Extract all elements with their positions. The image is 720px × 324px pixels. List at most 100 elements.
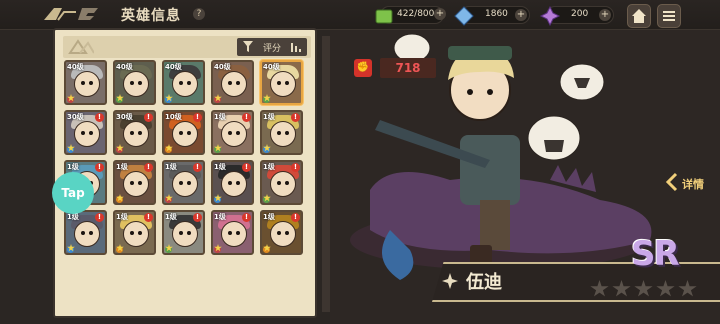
power-value: 718 — [380, 58, 436, 78]
hero-list-panel: 评分 40级 40级 40级 40级 40级 30级! 30级! 10级! 1级! 1级! 1级! 1… — [53, 28, 317, 318]
sort-label: 评分 — [263, 44, 282, 54]
alert-badge-icon: ! — [144, 113, 153, 122]
hero-card[interactable]: 1级! — [113, 160, 156, 205]
star-icon — [656, 280, 675, 297]
hero-card[interactable]: 1级! — [260, 110, 303, 155]
hero-face — [270, 71, 296, 97]
hero-card[interactable]: 40级 — [260, 60, 303, 105]
alert-badge-icon: ! — [242, 163, 251, 172]
detail-arrow-icon[interactable] — [664, 172, 680, 192]
hero-face — [172, 71, 198, 97]
home-button[interactable] — [627, 4, 651, 28]
back-logo-icon[interactable] — [42, 4, 106, 24]
hero-face — [123, 121, 149, 147]
hero-level: 1级 — [263, 113, 275, 121]
home-icon — [632, 9, 646, 23]
power-rating: ✊ 718 — [354, 58, 444, 78]
hero-card[interactable]: 1级! — [162, 160, 205, 205]
hero-face — [74, 121, 100, 147]
hero-face — [74, 221, 100, 247]
menu-button[interactable] — [657, 4, 681, 28]
hero-level: 40级 — [263, 63, 280, 71]
alert-badge-icon: ! — [291, 213, 300, 222]
hero-card[interactable]: 1级! — [162, 210, 205, 255]
hero-card[interactable]: 30级! — [64, 110, 107, 155]
detail-button[interactable]: 详情 — [682, 176, 704, 192]
hero-face — [270, 171, 296, 197]
help-icon[interactable]: ? — [193, 8, 205, 20]
star-rating — [590, 280, 697, 298]
hero-card[interactable]: 30级! — [113, 110, 156, 155]
hero-card[interactable]: 40级 — [113, 60, 156, 105]
hero-face — [172, 121, 198, 147]
hero-level: 10级 — [165, 113, 182, 121]
hero-card[interactable]: 1级! — [64, 210, 107, 255]
alert-badge-icon: ! — [291, 113, 300, 122]
gem-counter: 200 + — [539, 5, 614, 27]
hero-level: 1级 — [214, 213, 226, 221]
star-icon — [612, 280, 631, 297]
hero-card[interactable]: 1级! — [113, 210, 156, 255]
hero-face — [172, 171, 198, 197]
hero-card[interactable]: 1级! — [260, 210, 303, 255]
hero-level: 40级 — [214, 63, 231, 71]
hero-face — [123, 221, 149, 247]
hero-level: 1级 — [67, 163, 79, 171]
sparkle-icon — [442, 273, 458, 289]
triangle-logo-icon — [68, 39, 94, 54]
hero-face — [74, 71, 100, 97]
hero-card[interactable]: 40级 — [64, 60, 107, 105]
top-bar: 英雄信息 ? 422/800 1860 + 200 + + — [0, 0, 720, 30]
diamond-counter: 1860 + — [454, 6, 530, 26]
alert-badge-icon: ! — [193, 213, 202, 222]
blue-crystal-icon — [454, 6, 474, 26]
hero-face — [123, 171, 149, 197]
green-gem-icon — [375, 9, 393, 24]
alert-badge-icon: ! — [242, 213, 251, 222]
hero-face — [270, 221, 296, 247]
hero-card[interactable]: 1级! — [211, 110, 254, 155]
rarity-badge: SR — [631, 234, 680, 274]
hero-face — [123, 71, 149, 97]
hero-card[interactable]: 1级! — [260, 160, 303, 205]
hero-card[interactable]: 1级! — [211, 160, 254, 205]
hero-level: 1级 — [263, 163, 275, 171]
alert-badge-icon: ! — [193, 113, 202, 122]
hero-face — [221, 121, 247, 147]
hero-card[interactable]: 1级! — [211, 210, 254, 255]
hero-name: 伍迪 — [466, 272, 502, 293]
alert-badge-icon: ! — [242, 113, 251, 122]
alert-badge-icon: ! — [144, 163, 153, 172]
hero-face — [221, 171, 247, 197]
page-title: 英雄信息 — [121, 8, 181, 24]
alert-badge-icon: ! — [95, 213, 104, 222]
hero-level: 1级 — [116, 213, 128, 221]
star-icon — [590, 280, 609, 297]
list-toolbar: 评分 — [63, 36, 311, 58]
add-gem-button[interactable]: + — [599, 9, 611, 21]
hero-face — [270, 121, 296, 147]
gem-value: 200 — [571, 9, 589, 19]
stamina-value: 422/800 — [397, 9, 435, 19]
hero-level: 40级 — [116, 63, 133, 71]
sort-button[interactable]: 评分 — [237, 38, 307, 56]
star-icon — [634, 280, 653, 297]
tap-hint-button[interactable]: Tap — [52, 172, 94, 214]
purple-crystal-icon — [539, 5, 561, 27]
hero-face — [221, 71, 247, 97]
hero-card[interactable]: 40级 — [211, 60, 254, 105]
hero-level: 1级 — [214, 163, 226, 171]
hero-level: 1级 — [116, 163, 128, 171]
hero-level: 30级 — [116, 113, 133, 121]
hero-face — [172, 221, 198, 247]
filter-icon — [243, 41, 253, 52]
alert-badge-icon: ! — [193, 163, 202, 172]
alert-badge-icon: ! — [291, 163, 300, 172]
hero-level: 1级 — [263, 213, 275, 221]
add-diamond-button[interactable]: + — [515, 9, 527, 21]
add-stamina-button[interactable]: + — [432, 6, 446, 24]
hero-card[interactable]: 40级 — [162, 60, 205, 105]
hero-card[interactable]: 10级! — [162, 110, 205, 155]
hero-level: 30级 — [67, 113, 84, 121]
hero-level: 1级 — [165, 163, 177, 171]
